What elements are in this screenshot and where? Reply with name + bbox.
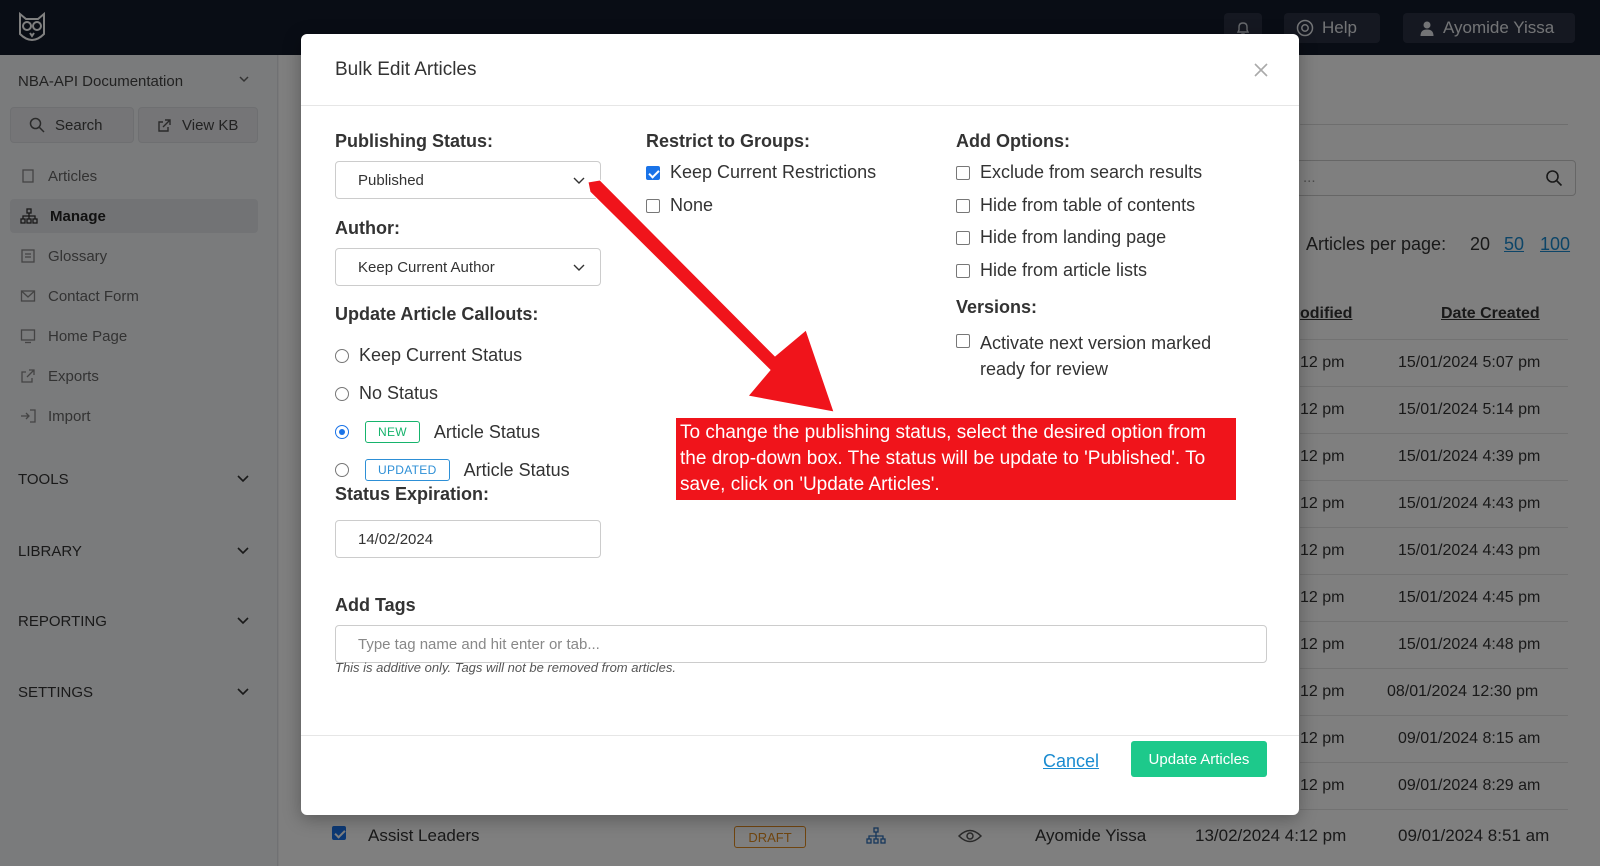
no-restrictions-option[interactable]: None bbox=[646, 195, 713, 216]
chevron-down-icon bbox=[573, 177, 585, 184]
checkbox[interactable] bbox=[956, 165, 970, 180]
versions-option-label: Activate next version marked ready for r… bbox=[980, 330, 1211, 382]
radio-button[interactable] bbox=[335, 386, 349, 401]
keep-restrictions-option[interactable]: Keep Current Restrictions bbox=[646, 162, 876, 183]
publishing-status-label: Publishing Status: bbox=[335, 131, 494, 151]
cancel-link[interactable]: Cancel bbox=[1043, 751, 1099, 772]
checkbox[interactable] bbox=[646, 165, 660, 180]
updated-badge: UPDATED bbox=[365, 459, 450, 481]
chevron-down-icon bbox=[573, 264, 585, 271]
options-label: Add Options: bbox=[956, 131, 1070, 151]
author-value: Keep Current Author bbox=[358, 258, 495, 276]
checkbox[interactable] bbox=[956, 198, 970, 213]
expiration-label: Status Expiration: bbox=[335, 484, 490, 504]
publishing-status-select[interactable]: Published bbox=[335, 161, 601, 199]
keep-restrictions-label: Keep Current Restrictions bbox=[670, 162, 877, 182]
callout-new-option[interactable]: NEW Article Status bbox=[335, 421, 540, 443]
checkbox[interactable] bbox=[956, 334, 970, 348]
checkbox[interactable] bbox=[956, 263, 970, 278]
versions-option-line: Activate next version marked bbox=[980, 333, 1212, 353]
annotation-callout: To change the publishing status, select … bbox=[676, 418, 1236, 500]
callout-keep-option[interactable]: Keep Current Status bbox=[335, 345, 522, 366]
new-badge: NEW bbox=[365, 421, 420, 443]
groups-label: Restrict to Groups: bbox=[646, 131, 811, 151]
close-icon[interactable] bbox=[1253, 62, 1269, 78]
callouts-label: Update Article Callouts: bbox=[335, 304, 539, 324]
option-hide-lists[interactable]: Hide from article lists bbox=[956, 260, 1147, 281]
radio-button[interactable] bbox=[335, 425, 349, 439]
checkbox[interactable] bbox=[646, 198, 660, 213]
option-hide-landing[interactable]: Hide from landing page bbox=[956, 227, 1166, 248]
option-label: Exclude from search results bbox=[980, 162, 1203, 182]
option-label: Hide from table of contents bbox=[980, 195, 1196, 215]
option-exclude-search[interactable]: Exclude from search results bbox=[956, 162, 1202, 183]
versions-option[interactable]: Activate next version marked ready for r… bbox=[956, 330, 1211, 382]
no-restrictions-label: None bbox=[670, 195, 714, 215]
author-select[interactable]: Keep Current Author bbox=[335, 248, 601, 286]
versions-label: Versions: bbox=[956, 297, 1038, 317]
modal-footer-divider bbox=[301, 735, 1299, 736]
tags-hint: This is additive only. Tags will not be … bbox=[335, 660, 677, 675]
callout-new-label: Article Status bbox=[433, 421, 540, 442]
callout-updated-option[interactable]: UPDATED Article Status bbox=[335, 459, 570, 481]
option-label: Hide from landing page bbox=[980, 227, 1167, 247]
tags-input[interactable]: Type tag name and hit enter or tab... bbox=[335, 625, 1267, 663]
versions-option-line: ready for review bbox=[980, 359, 1109, 379]
author-label: Author: bbox=[335, 218, 400, 238]
option-hide-toc[interactable]: Hide from table of contents bbox=[956, 195, 1195, 216]
option-label: Hide from article lists bbox=[980, 260, 1148, 280]
expiration-date-input[interactable]: 14/02/2024 bbox=[335, 520, 601, 558]
callout-none-option[interactable]: No Status bbox=[335, 383, 438, 404]
modal-title: Bulk Edit Articles bbox=[335, 59, 477, 80]
publishing-status-value: Published bbox=[358, 171, 424, 189]
callout-updated-label: Article Status bbox=[463, 459, 570, 480]
checkbox[interactable] bbox=[956, 230, 970, 245]
radio-button[interactable] bbox=[335, 463, 349, 477]
callout-none-label: No Status bbox=[359, 383, 439, 403]
callout-keep-label: Keep Current Status bbox=[359, 345, 523, 365]
tags-label: Add Tags bbox=[335, 595, 416, 615]
modal-header-divider bbox=[301, 105, 1299, 106]
radio-button[interactable] bbox=[335, 348, 349, 363]
update-articles-button[interactable]: Update Articles bbox=[1131, 741, 1267, 777]
